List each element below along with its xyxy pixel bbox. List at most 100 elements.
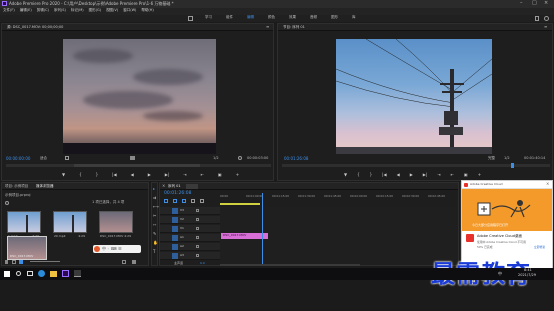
timeline-tab[interactable]: 序列 01 [168, 184, 181, 189]
timeline-scrollbar[interactable] [220, 264, 360, 266]
audio-track-header[interactable]: A1 [160, 234, 220, 242]
snap-icon[interactable] [173, 199, 177, 203]
video-track-header[interactable]: V2 [160, 216, 220, 224]
search-icon[interactable] [16, 271, 21, 276]
video-track-header[interactable]: V1 [160, 225, 220, 233]
track-area[interactable]: DSC_0017.MOV [220, 193, 458, 265]
type-tool-icon[interactable]: T [153, 250, 159, 254]
menu-item[interactable]: 文件(F) [3, 8, 15, 13]
search-icon[interactable] [5, 201, 9, 205]
workspace-tab[interactable]: 库 [352, 15, 356, 20]
windows-start-icon[interactable] [4, 271, 10, 277]
clock-time[interactable]: 8:41 [524, 268, 532, 273]
drag-video-icon[interactable] [130, 156, 135, 160]
ripple-edit-icon[interactable]: ⟷ [153, 205, 159, 209]
time-ruler[interactable]: 00:00 00:01:00:00 00:01:15:00 00:01:30:00 00… [220, 193, 458, 203]
slip-tool-icon[interactable]: ⇿ [153, 223, 159, 227]
project-item[interactable]: 1.mp44:29 [7, 211, 41, 238]
zoom-slider[interactable] [30, 261, 60, 262]
go-to-in-icon[interactable]: |◀ [112, 173, 116, 177]
button-editor-icon[interactable]: + [478, 173, 481, 177]
mark-out-icon[interactable]: } [96, 173, 99, 177]
ime-logo-icon[interactable] [94, 246, 100, 252]
overwrite-icon[interactable]: ⇤ [201, 173, 204, 177]
step-back-icon[interactable]: ◀ [397, 173, 400, 177]
project-item[interactable]: DSC_0017.MOV3:00 [7, 236, 47, 260]
workspace-tab[interactable]: 效果 [289, 15, 296, 20]
workspace-tab[interactable]: 颜色 [268, 15, 275, 20]
minimize-icon[interactable]: – [520, 1, 523, 6]
program-tab[interactable]: 节目: 序列 01 [283, 25, 305, 30]
go-to-in-icon[interactable]: |◀ [382, 173, 386, 177]
marker-icon[interactable] [191, 199, 195, 203]
program-timecode[interactable]: 00:01:26:08 [284, 157, 308, 161]
menu-item[interactable]: 标记(M) [71, 8, 84, 13]
workspace-tab[interactable]: 组件 [226, 15, 233, 20]
mute-icon[interactable] [196, 254, 199, 257]
playhead-line[interactable] [262, 193, 263, 265]
step-forward-icon[interactable]: ▶| [165, 173, 169, 177]
home-icon[interactable] [188, 16, 193, 21]
settings-icon[interactable] [238, 156, 242, 160]
video-track-header[interactable]: V3 [160, 207, 220, 215]
close-tab-icon[interactable]: × [162, 184, 165, 188]
panel-menu-icon[interactable]: ≡ [544, 25, 547, 29]
program-fit-select[interactable]: 完整 [488, 156, 495, 161]
close-icon[interactable]: × [544, 1, 548, 6]
audio-track-header[interactable]: A2 [160, 243, 220, 251]
video-clip[interactable]: DSC_0017.MOV [221, 233, 268, 239]
master-volume[interactable]: 0.0 [200, 262, 205, 265]
mark-in-icon[interactable]: { [79, 173, 82, 177]
export-frame-icon[interactable]: ▣ [218, 173, 222, 177]
workspace-tab[interactable]: 音频 [310, 15, 317, 20]
workspace-tab[interactable]: 编辑 [247, 15, 254, 20]
menu-item[interactable]: 视图(V) [106, 8, 118, 13]
project-item[interactable]: 20.mp4 4:29 [53, 211, 87, 238]
source-timecode[interactable]: 00:00:00:00 [6, 157, 30, 161]
track-target-toggle[interactable] [172, 235, 178, 241]
step-back-icon[interactable]: ◀ [131, 173, 134, 177]
input-language[interactable]: 中 [498, 272, 502, 276]
track-select-icon[interactable]: ⇉ [153, 196, 159, 200]
source-ratio-select[interactable]: 1/2 [213, 156, 219, 161]
task-view-icon[interactable] [27, 271, 33, 276]
insert-icon[interactable]: ⇥ [437, 173, 440, 177]
razor-tool-icon[interactable]: ✂ [153, 214, 159, 218]
overwrite-icon[interactable]: ⇤ [451, 173, 454, 177]
search-icon[interactable] [544, 16, 549, 21]
step-forward-icon[interactable]: ▶| [423, 173, 427, 177]
mark-in-icon[interactable]: { [357, 173, 360, 177]
workspace-tab[interactable]: 图形 [331, 15, 338, 20]
source-scrub-bar[interactable] [6, 164, 271, 167]
play-icon[interactable]: ▶ [148, 173, 151, 177]
edge-icon[interactable] [38, 270, 45, 277]
program-scrub-bar[interactable] [282, 163, 550, 168]
lock-icon[interactable] [5, 260, 8, 264]
work-area-bar[interactable] [220, 203, 260, 205]
track-target-toggle[interactable] [172, 244, 178, 250]
menu-item[interactable]: 图形(G) [89, 8, 101, 13]
list-view-icon[interactable] [12, 260, 16, 264]
nest-icon[interactable] [164, 199, 168, 203]
workspace-tab[interactable]: 学习 [205, 15, 212, 20]
timeline-tab-alt[interactable] [186, 184, 198, 189]
selection-tool-icon[interactable]: ▸ [153, 187, 159, 191]
eye-icon[interactable] [196, 209, 199, 212]
new-item-icon[interactable] [122, 260, 126, 264]
app-taskbar-icon[interactable] [74, 270, 81, 277]
hand-tool-icon[interactable]: ✋ [153, 241, 159, 245]
fix-button[interactable]: 立即修复 [534, 246, 545, 249]
button-editor-icon[interactable]: + [236, 173, 239, 177]
source-tab[interactable]: 源: DSC_0017.MOV: 00;00;00;00 [7, 25, 63, 30]
share-icon[interactable] [535, 16, 539, 21]
premiere-taskbar-icon[interactable] [62, 270, 69, 277]
tab-media-browser[interactable]: 媒体浏览器 [36, 184, 54, 189]
notification-close-icon[interactable]: × [546, 182, 549, 186]
eye-icon[interactable] [196, 227, 199, 230]
mark-out-icon[interactable]: } [370, 173, 373, 177]
track-target-toggle[interactable] [172, 226, 178, 232]
playhead-marker[interactable] [511, 163, 514, 168]
ime-icons[interactable]: 中 ◦ ⌨ ☰ [102, 247, 122, 251]
add-marker-icon[interactable]: ▼ [62, 173, 65, 177]
track-target-toggle[interactable] [172, 217, 178, 223]
